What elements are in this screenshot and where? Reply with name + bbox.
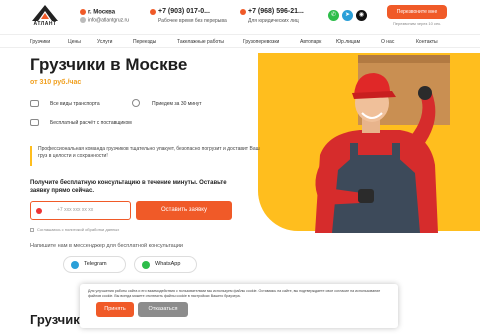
cookie-accept-button[interactable]: Принять (96, 302, 134, 317)
nav-item-contacts[interactable]: Контакты (416, 39, 438, 45)
phone-corporate-note: Для юридических лиц (248, 18, 299, 24)
telegram-icon[interactable]: ➤ (342, 10, 353, 21)
nav-item-rigging[interactable]: Такелажные работы (177, 39, 224, 45)
nav-item-services[interactable]: Услуги (97, 39, 112, 45)
cookie-banner: Для улучшения работы сайта и его взаимод… (80, 284, 398, 328)
feature-arrival: Приедем за 30 минут (152, 101, 202, 107)
calculator-icon (30, 119, 39, 126)
main-nav: Грузчики Цены Услуги Переезды Такелажные… (0, 34, 480, 48)
phone-icon (150, 8, 156, 15)
messenger-text: Напишите нам в мессенджер для бесплатной… (30, 243, 183, 249)
phone-main-note: Рабочее время без перерыва (158, 18, 227, 24)
truck-icon (30, 100, 39, 107)
phone-icon (240, 8, 246, 15)
logo-mark-icon (32, 5, 58, 21)
logo[interactable]: АТЛАНТ (30, 5, 60, 27)
hero-description: Профессиональная команда грузчиков тщате… (30, 146, 265, 166)
nav-item-corporate[interactable]: Юр.лицам (336, 39, 360, 45)
hero-price: от 310 руб./час (30, 79, 82, 86)
whatsapp-button[interactable]: WhatsApp (134, 256, 197, 273)
whatsapp-icon (142, 261, 150, 269)
phone-placeholder: +7 ххх ххх хх хх (57, 207, 94, 213)
russia-flag-icon (36, 208, 42, 214)
logo-text: АТЛАНТ (33, 21, 57, 27)
callback-button[interactable]: Перезвоните мне (387, 5, 447, 19)
email-link[interactable]: info@atlantgruz.ru (80, 17, 129, 23)
nav-item-cargo[interactable]: Грузоперевозки (243, 39, 279, 45)
whatsapp-icon[interactable]: ✆ (328, 10, 339, 21)
telegram-button[interactable]: Telegram (63, 256, 126, 273)
site-header: АТЛАНТ г. Москва info@atlantgruz.ru +7 (… (0, 0, 480, 30)
nav-item-prices[interactable]: Цены (68, 39, 81, 45)
nav-item-fleet[interactable]: Автопарк (300, 39, 321, 45)
cookie-text: Для улучшения работы сайта и его взаимод… (88, 289, 381, 298)
cookie-decline-button[interactable]: Отказаться (138, 302, 188, 317)
telegram-icon (71, 261, 79, 269)
nav-item-moving[interactable]: Переезды (133, 39, 156, 45)
consult-title: Получите бесплатную консультацию в течен… (30, 180, 227, 194)
worker-photo (315, 55, 450, 233)
consent-checkbox[interactable]: Соглашаюсь с политикой обработки данных (30, 227, 119, 232)
nav-item-about[interactable]: О нас (381, 39, 394, 45)
location-icon (80, 9, 86, 15)
nav-item-loaders[interactable]: Грузчики (30, 39, 50, 45)
phone-main[interactable]: +7 (903) 017-0... (150, 8, 210, 15)
hero-title: Грузчики в Москве (30, 55, 188, 74)
feature-transport: Все виды транспорта (50, 101, 100, 107)
callback-note: Перезвоним через 10 сек. (392, 21, 442, 26)
phone-input[interactable]: +7 ххх ххх хх хх (30, 201, 131, 220)
stopwatch-icon (132, 99, 140, 107)
phone-corporate[interactable]: +7 (968) 596-21... (240, 8, 304, 15)
max-messenger-icon[interactable]: ◉ (356, 10, 367, 21)
feature-calculation: Бесплатный расчёт с поставщиком (50, 120, 132, 126)
submit-request-button[interactable]: Оставить заявку (136, 201, 232, 220)
city-selector[interactable]: г. Москва (80, 9, 115, 15)
mail-icon (80, 17, 86, 23)
